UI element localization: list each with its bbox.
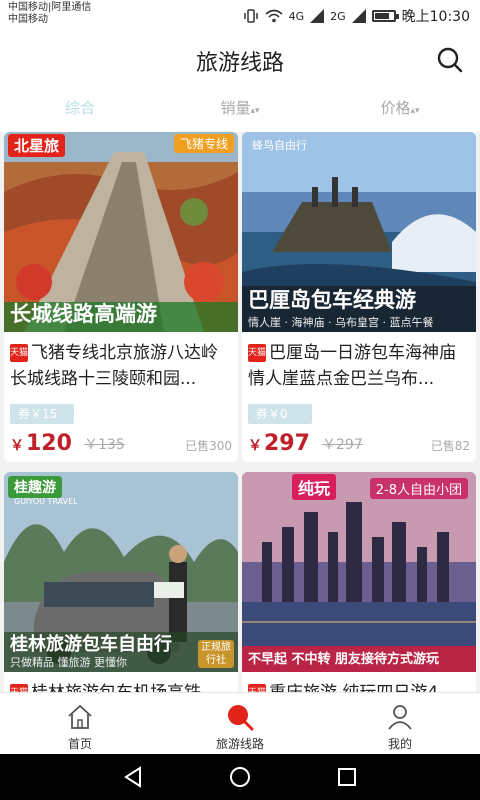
product-title: 天猫重庆旅游 纯玩四日游4... <box>248 680 470 692</box>
tmall-badge-icon: 天猫 <box>10 684 28 692</box>
image-caption: 巴厘岛包车经典游 <box>248 288 416 312</box>
tab-home[interactable]: 首页 <box>0 693 160 754</box>
price-row: ￥120 ￥135 已售300 <box>10 430 232 456</box>
system-navigation-bar <box>0 754 480 800</box>
search-icon[interactable] <box>436 46 464 74</box>
style-tag: 纯玩 <box>292 474 337 500</box>
price: ￥120 <box>10 431 72 456</box>
product-image: 蜂鸟自由行 巴厘岛包车经典游 情人崖 · 海神庙 · 乌布皇宫 · 蓝点午餐 <box>242 132 476 332</box>
carrier-line-1: 中国移动|阿里通信 <box>8 2 92 13</box>
signal-icon <box>310 9 325 23</box>
coupon-badge[interactable]: 券￥0 <box>248 404 312 424</box>
tmall-badge-icon: 天猫 <box>248 684 266 692</box>
sort-label: 综合 <box>64 99 95 117</box>
price-value: 297 <box>264 431 310 456</box>
battery-icon <box>371 10 399 22</box>
sold-count: 已售82 <box>430 439 470 453</box>
original-price: ￥297 <box>322 437 363 453</box>
product-image: 北星旅 飞猪专线 长城线路高端游 <box>4 132 238 332</box>
product-title-text: 重庆旅游 纯玩四日游4... <box>269 683 454 692</box>
sort-bar: 综合 销量▴▾ 价格▴▾ <box>0 88 480 132</box>
product-card[interactable]: 北星旅 飞猪专线 长城线路高端游 天猫 飞猪专线北京旅游八达岭长城线路十三陵颐和园… <box>4 132 238 462</box>
tab-label: 我的 <box>387 737 412 751</box>
wifi-icon <box>265 9 283 23</box>
image-subcaption: 只做精品 懂旅游 更懂你 <box>10 656 127 669</box>
tmall-badge-icon: 天猫 <box>248 344 266 362</box>
brand-tag: 北星旅 <box>8 134 66 157</box>
sort-label: 销量 <box>220 99 251 117</box>
product-image: 纯玩 2-8人自由小团 不早起 不中转 朋友接待方式游玩 <box>242 472 476 672</box>
sort-arrows-icon: ▴▾ <box>410 106 420 116</box>
back-icon[interactable] <box>122 766 144 788</box>
battery-level <box>374 13 389 19</box>
carrier-line-2: 中国移动 <box>8 14 48 25</box>
product-image: 桂趣游 GUIYOU TRAVEL 桂林旅游包车自由行 只做精品 懂旅游 更懂你… <box>4 472 238 672</box>
product-card[interactable]: 桂趣游 GUIYOU TRAVEL 桂林旅游包车自由行 只做精品 懂旅游 更懂你… <box>4 472 238 692</box>
product-card[interactable]: 蜂鸟自由行 巴厘岛包车经典游 情人崖 · 海神庙 · 乌布皇宫 · 蓝点午餐 天… <box>242 132 476 462</box>
user-icon <box>388 705 412 730</box>
price-row: ￥297 ￥297 已售82 <box>248 430 470 456</box>
home-icon <box>68 704 92 729</box>
status-icons: 4G 2G 晚上10:30 <box>243 6 470 26</box>
product-title-text: 飞猪专线北京旅游八达岭长城线路十三陵颐和园... <box>10 343 218 389</box>
signal-icon-2 <box>351 9 366 23</box>
vibrate-icon <box>243 9 258 23</box>
tab-label: 旅游线路 <box>215 737 264 751</box>
original-price: ￥135 <box>84 437 125 453</box>
sort-tab-comprehensive[interactable]: 综合 <box>0 88 160 132</box>
chongqing-skyline-image <box>242 472 476 672</box>
product-card[interactable]: 纯玩 2-8人自由小团 不早起 不中转 朋友接待方式游玩 天猫重庆旅游 纯玩四日… <box>242 472 476 692</box>
coupon-badge[interactable]: 券￥15 <box>10 404 74 424</box>
tab-label: 首页 <box>67 737 92 751</box>
sort-label: 价格 <box>380 99 411 117</box>
tab-profile[interactable]: 我的 <box>320 693 480 754</box>
currency-symbol: ￥ <box>10 438 24 454</box>
product-grid: 北星旅 飞猪专线 长城线路高端游 天猫 飞猪专线北京旅游八达岭长城线路十三陵颐和园… <box>0 132 480 692</box>
brand-tag: 蜂鸟自由行 <box>252 139 307 152</box>
sort-arrows-icon: ▴▾ <box>250 106 260 116</box>
tmall-badge-icon: 天猫 <box>10 344 28 362</box>
network-4g-label: 4G <box>288 9 305 23</box>
product-title: 天猫桂林旅游包车机场高铁... <box>10 680 232 692</box>
product-title: 天猫 飞猪专线北京旅游八达岭长城线路十三陵颐和园... <box>10 340 232 392</box>
sold-count: 已售300 <box>185 439 232 453</box>
brand-tag: 桂趣游 <box>8 476 62 498</box>
image-caption: 桂林旅游包车自由行 <box>10 634 172 655</box>
tab-travel-routes[interactable]: 旅游线路 <box>160 693 320 754</box>
product-title: 天猫 巴厘岛一日游包车海神庙情人崖蓝点金巴兰乌布... <box>248 340 470 392</box>
image-subcaption: 情人崖 · 海神庙 · 乌布皇宫 · 蓝点午餐 <box>248 316 434 329</box>
home-circle-icon[interactable] <box>229 766 251 788</box>
travel-search-icon <box>228 705 254 731</box>
status-bar: 中国移动|阿里通信 中国移动 4G 2G 晚上10:30 <box>0 0 480 30</box>
sort-tab-price[interactable]: 价格▴▾ <box>320 88 480 132</box>
image-caption: 不早起 不中转 朋友接待方式游玩 <box>248 652 440 667</box>
page-header: 旅游线路 <box>0 30 480 88</box>
clock: 晚上10:30 <box>401 9 470 25</box>
recents-icon[interactable] <box>336 766 358 788</box>
network-2g-label: 2G <box>330 9 346 23</box>
sort-tab-sales[interactable]: 销量▴▾ <box>160 88 320 132</box>
page-title: 旅游线路 <box>195 51 284 76</box>
product-title-text: 巴厘岛一日游包车海神庙情人崖蓝点金巴兰乌布... <box>248 343 456 389</box>
group-size-tag: 2-8人自由小团 <box>369 478 468 499</box>
image-caption: 长城线路高端游 <box>10 302 157 326</box>
licensed-agency-tag: 正规旅行社 <box>198 640 234 668</box>
price: ￥297 <box>248 431 310 456</box>
carrier-info: 中国移动|阿里通信 中国移动 <box>8 2 91 26</box>
product-title-text: 桂林旅游包车机场高铁... <box>31 683 217 692</box>
channel-tag: 飞猪专线 <box>173 134 234 153</box>
bottom-tab-bar: 首页 旅游线路 我的 <box>0 692 480 754</box>
price-value: 120 <box>26 431 72 456</box>
brand-tag-sub: GUIYOU TRAVEL <box>14 497 78 506</box>
currency-symbol: ￥ <box>248 438 262 454</box>
